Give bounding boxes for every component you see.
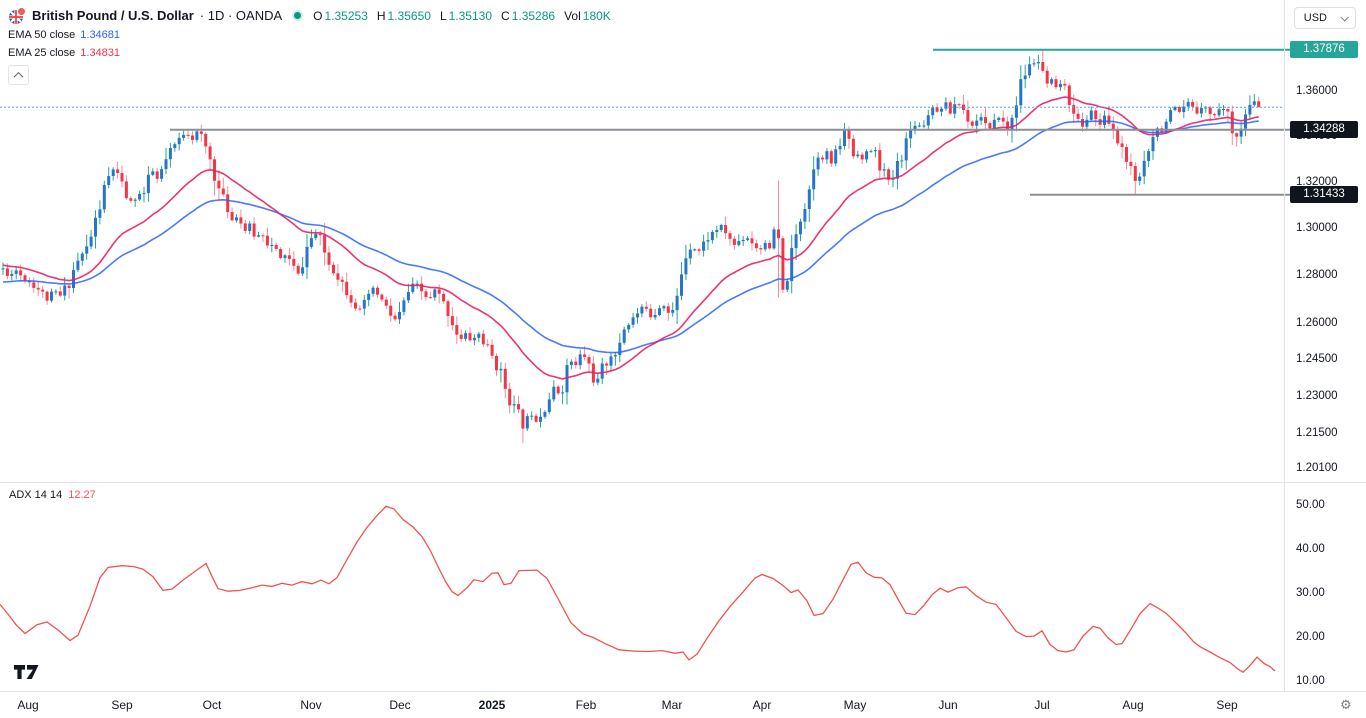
price-tick-label: 1.20100: [1296, 460, 1362, 476]
currency-dropdown[interactable]: USD: [1294, 7, 1356, 29]
ema25-label: EMA 25 close: [8, 47, 75, 59]
price-tick-label: 1.30000: [1296, 220, 1362, 236]
price-tick-label: 1.28000: [1296, 267, 1362, 283]
ema50-label: EMA 50 close: [8, 29, 75, 41]
ema25-legend[interactable]: EMA 25 close 1.34831: [8, 44, 611, 61]
price-tick-label: 1.21500: [1296, 425, 1362, 441]
symbol-icon: [8, 7, 26, 25]
time-axis-label: Jul: [1020, 695, 1064, 715]
market-status-dot[interactable]: [294, 12, 301, 19]
time-axis-label: Feb: [564, 695, 608, 715]
ohlc-values: O1.35253 H1.35650 L1.35130 C1.35286 Vol1…: [313, 9, 611, 23]
trading-chart-app: British Pound / U.S. Dollar · 1D · OANDA…: [0, 0, 1366, 718]
volume-value: 180K: [583, 9, 611, 23]
time-axis-label: Oct: [190, 695, 234, 715]
low-value: 1.35130: [449, 9, 492, 23]
adx-tick-label: 40.00: [1296, 541, 1362, 557]
time-axis-label: Apr: [740, 695, 784, 715]
high-value: 1.35650: [388, 9, 431, 23]
time-axis-label: Dec: [378, 695, 422, 715]
time-axis-label: Mar: [650, 695, 694, 715]
adx-label: ADX 14 14: [9, 489, 62, 501]
adx-indicator-legend[interactable]: ADX 14 14 12.27: [9, 489, 96, 501]
time-axis-label: 2025: [470, 695, 514, 715]
currency-value: USD: [1304, 12, 1327, 24]
time-axis-label: May: [833, 695, 877, 715]
price-level-badge[interactable]: 1.31433: [1290, 186, 1358, 203]
chart-canvas[interactable]: [0, 0, 1366, 718]
time-axis-label: Nov: [289, 695, 333, 715]
time-axis-label: Sep: [100, 695, 144, 715]
tradingview-logo[interactable]: [14, 665, 39, 685]
price-level-badge[interactable]: 1.37876: [1290, 41, 1358, 58]
symbol-row: British Pound / U.S. Dollar · 1D · OANDA…: [8, 6, 611, 25]
chevron-down-icon: [1340, 13, 1348, 21]
adx-tick-label: 10.00: [1296, 673, 1362, 689]
ema25-value: 1.34831: [80, 47, 120, 59]
price-tick-label: 1.36000: [1296, 83, 1362, 99]
open-value: 1.35253: [324, 9, 367, 23]
time-axis-label: Aug: [6, 695, 50, 715]
adx-tick-label: 50.00: [1296, 497, 1362, 513]
close-value: 1.35286: [512, 9, 555, 23]
symbol-meta[interactable]: · 1D · OANDA: [200, 8, 282, 23]
price-tick-label: 1.23000: [1296, 388, 1362, 404]
adx-tick-label: 30.00: [1296, 585, 1362, 601]
symbol-legend: British Pound / U.S. Dollar · 1D · OANDA…: [8, 6, 611, 85]
price-level-badge[interactable]: 1.34288: [1290, 121, 1358, 138]
symbol-title[interactable]: British Pound / U.S. Dollar: [32, 8, 194, 23]
time-axis-label: Aug: [1111, 695, 1155, 715]
time-axis-label: Jun: [926, 695, 970, 715]
ema50-value: 1.34681: [80, 29, 120, 41]
collapse-legend-button[interactable]: [8, 65, 29, 85]
gear-icon[interactable]: ⚙: [1340, 697, 1352, 713]
price-tick-label: 1.24500: [1296, 351, 1362, 367]
adx-tick-label: 20.00: [1296, 629, 1362, 645]
time-axis-label: Sep: [1205, 695, 1249, 715]
adx-value: 12.27: [68, 489, 96, 501]
ema50-legend[interactable]: EMA 50 close 1.34681: [8, 26, 611, 43]
chevron-up-icon: [14, 71, 24, 81]
price-tick-label: 1.26000: [1296, 315, 1362, 331]
